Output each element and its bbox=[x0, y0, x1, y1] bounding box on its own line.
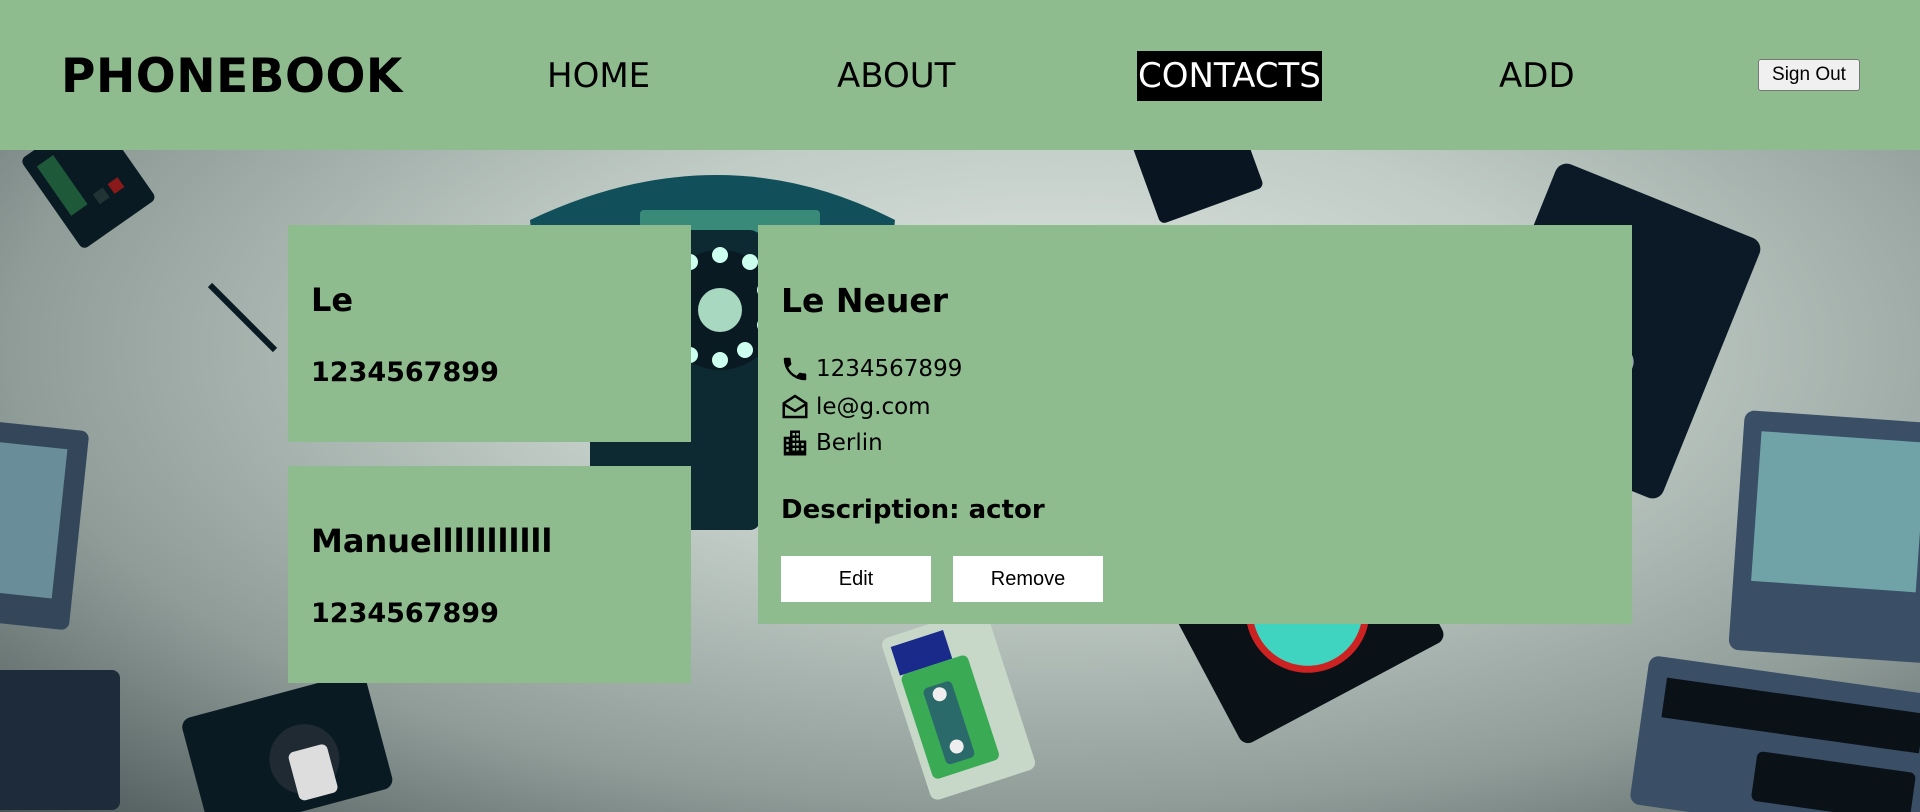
detail-description: Description: actor bbox=[781, 495, 1045, 525]
detail-city-row: Berlin bbox=[780, 426, 883, 460]
nav-home-link[interactable]: HOME bbox=[546, 51, 651, 101]
app-logo[interactable]: PHONEBOOK bbox=[61, 46, 403, 108]
remove-button[interactable]: Remove bbox=[953, 556, 1103, 602]
detail-email: le@g.com bbox=[816, 394, 931, 420]
envelope-open-icon bbox=[782, 394, 808, 419]
nav-about-link[interactable]: ABOUT bbox=[836, 51, 956, 101]
detail-name: Le Neuer bbox=[781, 281, 949, 320]
top-navbar: PHONEBOOK HOME ABOUT CONTACTS ADD Sign O… bbox=[0, 0, 1920, 150]
contact-detail-panel: Le Neuer 1234567899 le@g.com Berlin Desc… bbox=[758, 225, 1632, 624]
contact-phone: 1234567899 bbox=[311, 357, 499, 388]
contact-name: Le bbox=[311, 281, 354, 319]
detail-phone-row: 1234567899 bbox=[780, 352, 962, 386]
detail-phone: 1234567899 bbox=[816, 356, 963, 382]
phone-icon bbox=[783, 357, 807, 381]
contact-phone: 1234567899 bbox=[311, 598, 499, 629]
sign-out-button[interactable]: Sign Out bbox=[1758, 59, 1860, 91]
detail-email-row: le@g.com bbox=[780, 390, 931, 424]
contact-name: Manuelllllllllll bbox=[311, 522, 553, 560]
edit-button[interactable]: Edit bbox=[781, 556, 931, 602]
nav-add-link[interactable]: ADD bbox=[1498, 51, 1576, 101]
nav-contacts-link[interactable]: CONTACTS bbox=[1137, 51, 1322, 101]
contact-card[interactable]: Le 1234567899 bbox=[288, 225, 691, 442]
contact-card[interactable]: Manuelllllllllll 1234567899 bbox=[288, 466, 691, 683]
detail-city: Berlin bbox=[816, 430, 883, 456]
buildings-icon bbox=[783, 430, 807, 456]
